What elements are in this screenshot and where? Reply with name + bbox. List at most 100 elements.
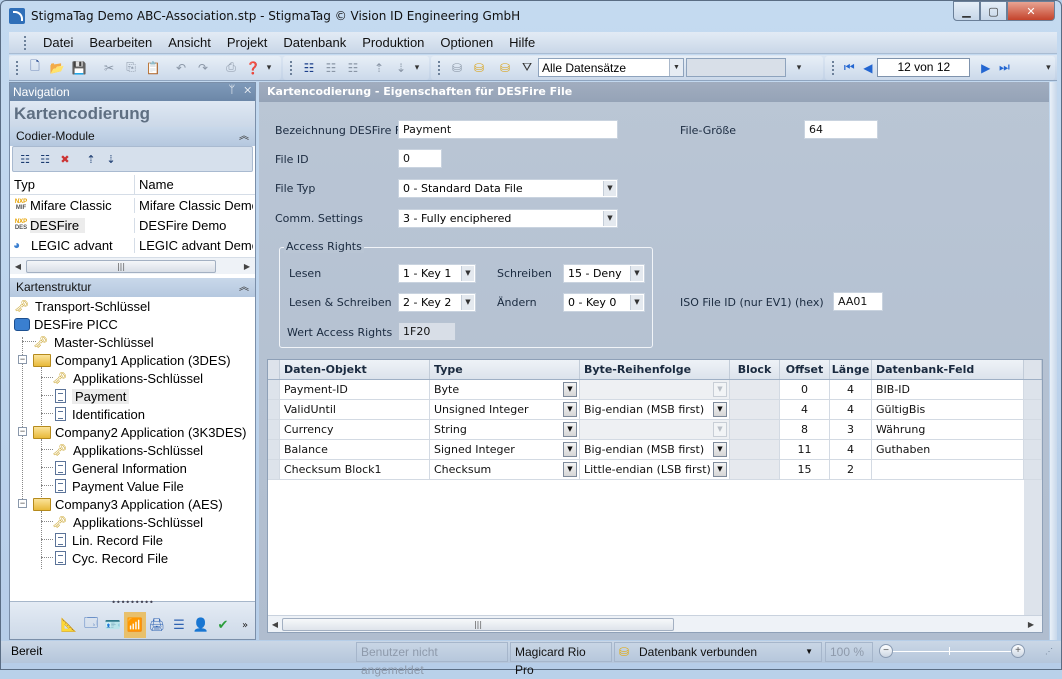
cell-object[interactable]: ValidUntil bbox=[280, 400, 430, 419]
menu-ansicht[interactable]: Ansicht bbox=[168, 35, 211, 50]
toolbar-grip[interactable] bbox=[290, 60, 293, 75]
menu-datei[interactable]: Datei bbox=[43, 35, 73, 50]
record-filter-select[interactable]: Alle Datensätze ▼ bbox=[538, 58, 684, 77]
next-record-icon[interactable]: ▶ bbox=[976, 58, 995, 78]
chevron-down-icon[interactable]: ▼ bbox=[603, 181, 616, 196]
pin-icon[interactable]: ᛘ bbox=[229, 84, 236, 96]
cell-type[interactable]: Byte ▼ bbox=[430, 380, 580, 399]
chevron-down-icon[interactable]: ▼ bbox=[563, 402, 577, 417]
status-printer[interactable]: Magicard Rio Pro bbox=[510, 642, 612, 677]
tree-node-payment-value-file[interactable]: Payment Value File bbox=[52, 477, 184, 495]
maximize-button[interactable]: ▢ bbox=[980, 1, 1007, 21]
add-module-icon[interactable]: ☷ bbox=[15, 153, 35, 166]
comm-settings-select[interactable]: 3 - Fully enciphered ▼ bbox=[398, 209, 618, 228]
modules-horizontal-scrollbar[interactable]: ◀ ||| ▶ bbox=[10, 257, 255, 274]
cell-type[interactable]: Signed Integer ▼ bbox=[430, 440, 580, 459]
change-key-select[interactable]: 0 - Key 0 ▼ bbox=[563, 293, 645, 312]
chevron-down-icon[interactable]: ▼ bbox=[805, 643, 813, 661]
table-row[interactable]: ValidUntil Unsigned Integer ▼ Big-endian … bbox=[268, 400, 1042, 420]
close-button[interactable]: ✕ bbox=[1007, 1, 1055, 21]
cell-length[interactable]: 4 bbox=[830, 440, 872, 459]
insert-module-icon[interactable]: ☷ bbox=[35, 153, 55, 166]
zoom-out-button[interactable]: − bbox=[879, 644, 893, 658]
modules-header[interactable]: Codier-Module ︽ bbox=[10, 127, 255, 146]
scroll-right-icon[interactable]: ▶ bbox=[1024, 620, 1038, 629]
file-id-input[interactable]: 0 bbox=[398, 149, 442, 168]
database-icon[interactable]: ⛁ bbox=[446, 58, 468, 78]
card-view-icon[interactable]: 🪪 bbox=[102, 612, 124, 638]
cell-byte-order[interactable]: Little-endian (LSB first) ▼ bbox=[580, 460, 730, 479]
zoom-slider[interactable]: − + bbox=[877, 643, 1027, 661]
scroll-left-icon[interactable]: ◀ bbox=[268, 620, 282, 629]
zoom-slider-thumb[interactable] bbox=[949, 647, 950, 655]
column-block[interactable]: Block bbox=[730, 360, 780, 379]
tree-node-payment-selected[interactable]: Payment bbox=[52, 387, 130, 405]
tree-node-company2[interactable]: Company2 Application (3K3DES) bbox=[33, 423, 247, 441]
scrollbar-thumb[interactable]: ||| bbox=[282, 617, 674, 631]
resize-grip-icon[interactable]: ⋰ bbox=[1045, 647, 1053, 656]
redo-icon[interactable]: ↷ bbox=[192, 58, 214, 78]
table-row[interactable]: Balance Signed Integer ▼ Big-endian (MSB … bbox=[268, 440, 1042, 460]
table-row[interactable]: Payment-ID Byte ▼ ▼ 0 4 BIB-ID bbox=[268, 380, 1042, 400]
menu-grip[interactable] bbox=[24, 35, 27, 50]
chevron-down-icon[interactable]: ▼ bbox=[713, 402, 727, 417]
column-type[interactable]: Type bbox=[430, 360, 580, 379]
tree-node-app-key[interactable]: 🗝 Applikations-Schlüssel bbox=[52, 441, 203, 459]
tree-node-company1[interactable]: Company1 Application (3DES) bbox=[33, 351, 231, 369]
previous-record-icon[interactable]: ◀ bbox=[859, 58, 878, 78]
toolbar-overflow-icon[interactable]: ▾ bbox=[264, 63, 274, 73]
table-row[interactable]: Checksum Block1 Checksum ▼ Little-endian … bbox=[268, 460, 1042, 480]
add-child-icon[interactable]: ☷ bbox=[298, 58, 320, 78]
write-key-select[interactable]: 15 - Deny ▼ bbox=[563, 264, 645, 283]
row-selector[interactable] bbox=[268, 420, 280, 439]
new-file-icon[interactable]: 🗋 bbox=[24, 58, 46, 78]
cell-db-field[interactable]: Währung bbox=[872, 420, 1024, 439]
chevron-down-icon[interactable]: ▼ bbox=[461, 266, 474, 281]
module-view-icon[interactable]: 📐 bbox=[58, 612, 80, 638]
record-position-input[interactable]: 12 von 12 bbox=[877, 58, 971, 77]
menu-projekt[interactable]: Projekt bbox=[227, 35, 267, 50]
collapse-node-icon[interactable]: − bbox=[18, 427, 27, 436]
module-row-selected[interactable]: NXP DES DESFire DESFire Demo bbox=[10, 215, 255, 235]
cut-icon[interactable]: ✂ bbox=[98, 58, 120, 78]
chevron-down-icon[interactable]: ▼ bbox=[603, 211, 616, 226]
row-selector[interactable] bbox=[268, 460, 280, 479]
form-view-icon[interactable]: ☰ bbox=[168, 612, 190, 638]
iso-file-id-input[interactable]: AA01 bbox=[833, 292, 883, 311]
cell-db-field[interactable]: BIB-ID bbox=[872, 380, 1024, 399]
chevron-down-icon[interactable]: ▼ bbox=[563, 382, 577, 397]
tree-node-company3[interactable]: Company3 Application (AES) bbox=[33, 495, 223, 513]
chevron-down-icon[interactable]: ▼ bbox=[563, 462, 577, 477]
cell-offset[interactable]: 15 bbox=[780, 460, 830, 479]
row-selector[interactable] bbox=[268, 400, 280, 419]
collapse-icon[interactable]: ︽ bbox=[239, 127, 249, 146]
copy-icon[interactable]: ⎘ bbox=[120, 58, 142, 78]
minimize-button[interactable]: ▁ bbox=[953, 1, 980, 21]
chevron-down-icon[interactable]: ▼ bbox=[461, 295, 474, 310]
tree-node-identification[interactable]: Identification bbox=[52, 405, 145, 423]
chevron-down-icon[interactable]: ▼ bbox=[563, 422, 577, 437]
print-icon[interactable]: ⎙ bbox=[220, 58, 242, 78]
last-record-icon[interactable]: ⏭ bbox=[995, 58, 1014, 78]
more-icon[interactable]: » bbox=[234, 612, 256, 638]
collapse-node-icon[interactable]: − bbox=[18, 355, 27, 364]
chevron-down-icon[interactable]: ▼ bbox=[713, 462, 727, 477]
user-card-icon[interactable]: 👤 bbox=[190, 612, 212, 638]
cell-offset[interactable]: 11 bbox=[780, 440, 830, 459]
move-down-icon[interactable]: ⇣ bbox=[390, 58, 412, 78]
chevron-down-icon[interactable]: ▼ bbox=[630, 266, 643, 281]
tree-node-desfire-picc[interactable]: DESFire PICC bbox=[14, 315, 118, 333]
toolbar-grip[interactable] bbox=[16, 60, 19, 75]
file-name-input[interactable]: Payment bbox=[398, 120, 618, 139]
collapse-icon[interactable]: ︽ bbox=[239, 278, 249, 297]
toolbar-grip[interactable] bbox=[832, 60, 835, 75]
scroll-left-icon[interactable]: ◀ bbox=[10, 262, 26, 271]
structure-header[interactable]: Kartenstruktur ︽ bbox=[10, 278, 255, 297]
database-refresh-icon[interactable]: ⛁ bbox=[494, 58, 516, 78]
column-length[interactable]: Länge bbox=[830, 360, 872, 379]
module-row[interactable]: ◕ LEGIC advant LEGIC advant Demo bbox=[10, 235, 255, 255]
cell-offset[interactable]: 8 bbox=[780, 420, 830, 439]
paste-icon[interactable]: 📋 bbox=[142, 58, 164, 78]
cell-length[interactable]: 4 bbox=[830, 380, 872, 399]
menu-optionen[interactable]: Optionen bbox=[440, 35, 493, 50]
